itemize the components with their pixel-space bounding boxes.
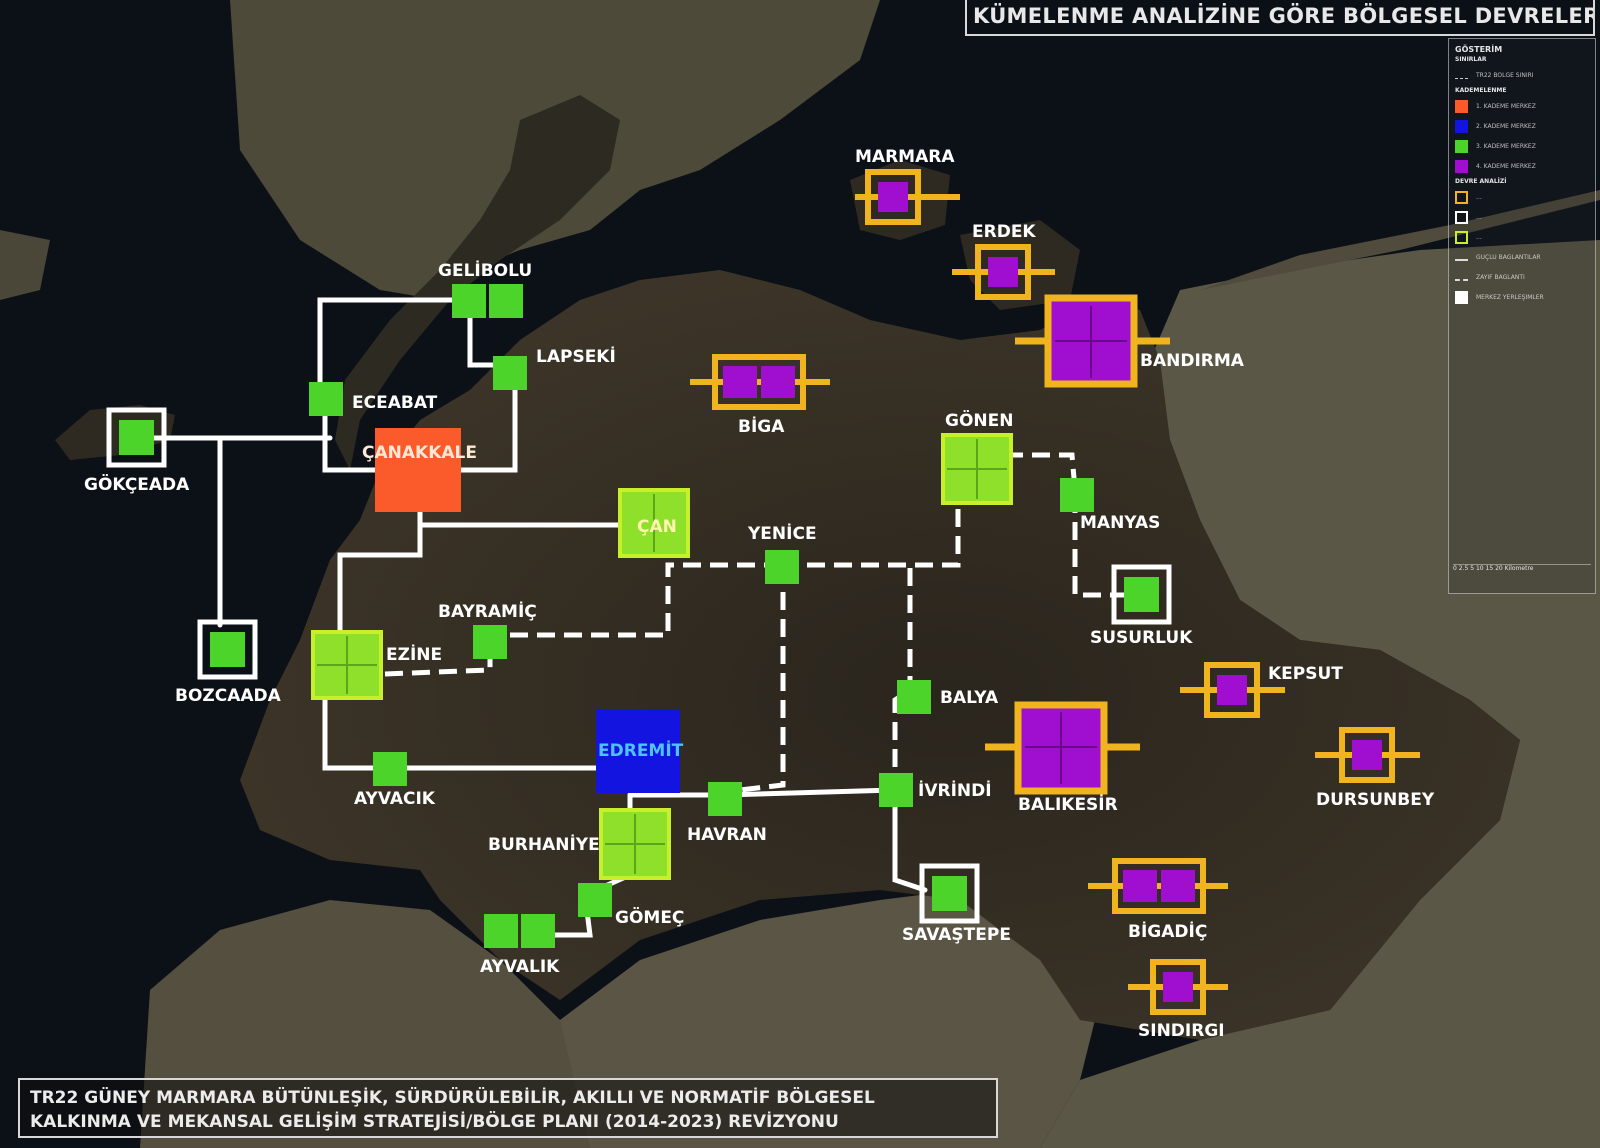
node-bayramic[interactable]	[473, 625, 507, 659]
legend-circuit-1-text: ...	[1476, 193, 1482, 201]
label-gonen: GÖNEN	[945, 409, 1013, 431]
label-marmara: MARMARA	[855, 147, 955, 167]
legend-level-3: 3. KADEME MERKEZ	[1455, 136, 1589, 156]
label-sindirgi: SINDIRGI	[1138, 1021, 1225, 1041]
level-2-swatch-icon	[1455, 119, 1468, 133]
level-1-swatch-icon	[1455, 99, 1468, 113]
label-canakkale: ÇANAKKALE	[362, 443, 477, 463]
label-balya: BALYA	[940, 688, 999, 708]
legend-heading: GÖSTERİM	[1455, 45, 1503, 54]
node-ayvacik[interactable]	[373, 752, 407, 786]
legend-weak-link-text: ZAYIF BAĞLANTI	[1476, 273, 1525, 281]
legend-level-1-text: 1. KADEME MERKEZ	[1476, 102, 1536, 110]
legend-circuit-3-text: ...	[1476, 233, 1482, 241]
label-dursunbey: DURSUNBEY	[1316, 790, 1435, 810]
label-gelibolu: GELİBOLU	[438, 259, 532, 281]
legend-strong-link-text: GÜÇLÜ BAĞLANTILAR	[1476, 253, 1541, 261]
level-4-swatch-icon	[1455, 159, 1468, 173]
label-biga: BİGA	[738, 415, 785, 437]
scale-tick-3: 15	[1485, 565, 1494, 572]
legend-strong-link: GÜÇLÜ BAĞLANTILAR	[1455, 247, 1589, 267]
weak-link-icon	[1455, 279, 1468, 281]
legend-level-2-text: 2. KADEME MERKEZ	[1476, 122, 1536, 130]
white-ring-icon	[1455, 210, 1468, 224]
label-ivrindi: İVRİNDİ	[918, 779, 992, 801]
node-havran[interactable]	[708, 782, 742, 816]
label-eceabat: ECEABAT	[352, 393, 438, 413]
label-bozcaada: BOZCAADA	[175, 686, 282, 706]
node-lapseki[interactable]	[493, 356, 527, 390]
label-lapseki: LAPSEKİ	[536, 345, 616, 367]
yellow-ring-icon	[1455, 190, 1468, 204]
label-bayramic: BAYRAMİÇ	[438, 600, 537, 622]
legend-boundaries: SINIRLAR	[1455, 56, 1487, 63]
label-kepsut: KEPSUT	[1268, 664, 1343, 684]
label-erdek: ERDEK	[972, 222, 1036, 242]
scale-tick-0: 0 2.5	[1453, 565, 1469, 572]
scale-bar: 0 2.5 5 10 15 20 Kilometre	[1453, 564, 1591, 587]
level-3-swatch-icon	[1455, 139, 1468, 153]
green-ring-icon	[1455, 230, 1468, 244]
legend-circuit-1: ...	[1455, 187, 1589, 207]
footer-caption: TR22 GÜNEY MARMARA BÜTÜNLEŞİK, SÜRDÜRÜLE…	[18, 1078, 998, 1138]
legend-circuit-2: ...	[1455, 207, 1589, 227]
node-eceabat[interactable]	[309, 382, 343, 416]
node-canakkale[interactable]	[375, 428, 461, 512]
legend-circuit-2-text: ...	[1476, 213, 1482, 221]
node-yenice[interactable]	[765, 550, 799, 584]
label-susurluk: SUSURLUK	[1090, 628, 1193, 648]
node-ezine[interactable]	[311, 630, 383, 700]
label-bandirma: BANDIRMA	[1140, 351, 1245, 371]
legend-circuit-3: ...	[1455, 227, 1589, 247]
scale-tick-4: 20	[1495, 565, 1503, 572]
white-square-icon	[1455, 290, 1468, 304]
label-balikesir: BALIKESİR	[1018, 793, 1118, 815]
label-ezine: EZİNE	[386, 643, 442, 665]
node-manyas[interactable]	[1060, 478, 1094, 512]
label-havran: HAVRAN	[687, 825, 767, 845]
footer-line-1: TR22 GÜNEY MARMARA BÜTÜNLEŞİK, SÜRDÜRÜLE…	[30, 1088, 875, 1108]
legend-level-3-text: 3. KADEME MERKEZ	[1476, 142, 1536, 150]
map-canvas: MARMARA ERDEK BANDIRMA BİGA GELİBOLU LAP…	[0, 0, 1600, 1148]
node-balya[interactable]	[897, 680, 931, 714]
legend-hierarchy: KADEMELENME	[1455, 87, 1507, 94]
label-ayvacik: AYVACIK	[354, 789, 436, 809]
footer-line-2: KALKINMA VE MEKANSAL GELİŞİM STRATEJİSİ/…	[30, 1112, 839, 1132]
strong-link-icon	[1455, 259, 1468, 261]
label-edremit: EDREMİT	[598, 739, 684, 761]
scale-unit: Kilometre	[1504, 565, 1534, 572]
label-savastepe: SAVAŞTEPE	[902, 925, 1011, 945]
label-gokceada: GÖKÇEADA	[84, 473, 190, 495]
legend-level-2: 2. KADEME MERKEZ	[1455, 116, 1589, 136]
legend-weak-link: ZAYIF BAĞLANTI	[1455, 267, 1589, 287]
label-can: ÇAN	[637, 517, 677, 537]
label-yenice: YENİCE	[747, 522, 817, 544]
node-burhaniye[interactable]	[599, 808, 671, 880]
node-gonen[interactable]	[941, 433, 1013, 505]
label-bigadic: BİGADİÇ	[1128, 920, 1207, 942]
legend-level-1: 1. KADEME MERKEZ	[1455, 96, 1589, 116]
legend-circuits: DEVRE ANALİZİ	[1455, 178, 1507, 185]
node-ivrindi[interactable]	[879, 773, 913, 807]
legend-panel: GÖSTERİM SINIRLAR TR22 BÖLGE SINIRI KADE…	[1448, 38, 1596, 594]
regional-map: MARMARA ERDEK BANDIRMA BİGA GELİBOLU LAP…	[0, 0, 1600, 1148]
label-burhaniye: BURHANİYE	[488, 833, 600, 855]
legend-other-text: MERKEZ YERLEŞİMLER	[1476, 293, 1544, 301]
map-title: KÜMELENME ANALİZİNE GÖRE BÖLGESEL DEVREL…	[965, 0, 1595, 36]
boundary-line-icon	[1455, 77, 1468, 79]
node-gomec[interactable]	[578, 883, 612, 917]
legend-level-4: 4. KADEME MERKEZ	[1455, 156, 1589, 176]
label-gomec: GÖMEÇ	[615, 906, 684, 928]
label-manyas: MANYAS	[1080, 513, 1160, 533]
legend-level-4-text: 4. KADEME MERKEZ	[1476, 162, 1536, 170]
legend-other: MERKEZ YERLEŞİMLER	[1455, 287, 1589, 307]
legend-boundary-text: TR22 BÖLGE SINIRI	[1476, 71, 1534, 79]
legend-boundary-row: TR22 BÖLGE SINIRI	[1455, 65, 1589, 85]
scale-tick-1: 5	[1470, 565, 1475, 572]
label-ayvalik: AYVALIK	[480, 957, 560, 977]
scale-tick-2: 10	[1475, 565, 1484, 572]
